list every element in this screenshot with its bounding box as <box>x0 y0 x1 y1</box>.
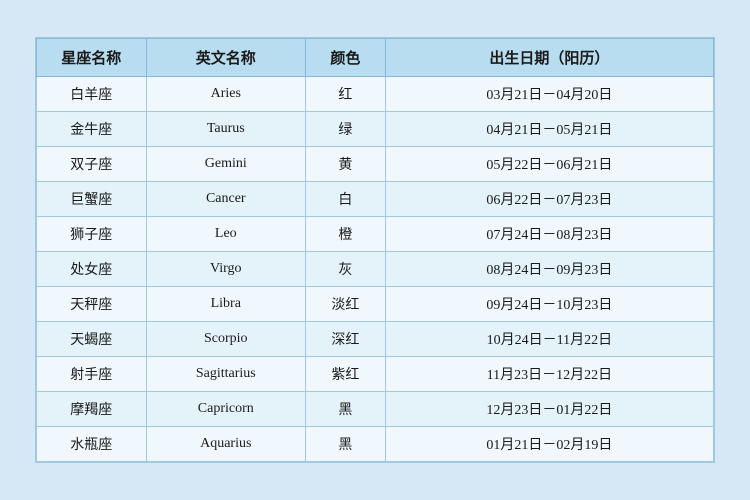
zodiac-table-container: 星座名称 英文名称 颜色 出生日期（阳历） 白羊座Aries红03月21日－04… <box>35 37 715 463</box>
table-header-row: 星座名称 英文名称 颜色 出生日期（阳历） <box>37 39 714 77</box>
cell-chinese: 白羊座 <box>37 77 147 112</box>
cell-english: Scorpio <box>146 322 306 357</box>
table-body: 白羊座Aries红03月21日－04月20日金牛座Taurus绿04月21日－0… <box>37 77 714 462</box>
cell-color: 红 <box>306 77 386 112</box>
cell-date: 06月22日－07月23日 <box>385 182 713 217</box>
cell-chinese: 水瓶座 <box>37 427 147 462</box>
cell-date: 04月21日－05月21日 <box>385 112 713 147</box>
table-row: 狮子座Leo橙07月24日－08月23日 <box>37 217 714 252</box>
cell-english: Cancer <box>146 182 306 217</box>
table-row: 天秤座Libra淡红09月24日－10月23日 <box>37 287 714 322</box>
table-row: 白羊座Aries红03月21日－04月20日 <box>37 77 714 112</box>
cell-chinese: 狮子座 <box>37 217 147 252</box>
header-chinese: 星座名称 <box>37 39 147 77</box>
cell-color: 黄 <box>306 147 386 182</box>
cell-english: Virgo <box>146 252 306 287</box>
cell-color: 橙 <box>306 217 386 252</box>
cell-color: 灰 <box>306 252 386 287</box>
cell-chinese: 双子座 <box>37 147 147 182</box>
table-row: 摩羯座Capricorn黑12月23日－01月22日 <box>37 392 714 427</box>
table-row: 金牛座Taurus绿04月21日－05月21日 <box>37 112 714 147</box>
cell-english: Taurus <box>146 112 306 147</box>
cell-color: 黑 <box>306 392 386 427</box>
cell-date: 09月24日－10月23日 <box>385 287 713 322</box>
cell-english: Aquarius <box>146 427 306 462</box>
cell-chinese: 巨蟹座 <box>37 182 147 217</box>
cell-color: 淡红 <box>306 287 386 322</box>
cell-english: Sagittarius <box>146 357 306 392</box>
cell-chinese: 摩羯座 <box>37 392 147 427</box>
cell-color: 绿 <box>306 112 386 147</box>
header-date: 出生日期（阳历） <box>385 39 713 77</box>
table-row: 射手座Sagittarius紫红11月23日－12月22日 <box>37 357 714 392</box>
cell-color: 紫红 <box>306 357 386 392</box>
cell-color: 白 <box>306 182 386 217</box>
cell-english: Aries <box>146 77 306 112</box>
cell-chinese: 处女座 <box>37 252 147 287</box>
cell-date: 12月23日－01月22日 <box>385 392 713 427</box>
table-row: 双子座Gemini黄05月22日－06月21日 <box>37 147 714 182</box>
cell-english: Capricorn <box>146 392 306 427</box>
cell-color: 黑 <box>306 427 386 462</box>
cell-date: 03月21日－04月20日 <box>385 77 713 112</box>
table-row: 巨蟹座Cancer白06月22日－07月23日 <box>37 182 714 217</box>
zodiac-table: 星座名称 英文名称 颜色 出生日期（阳历） 白羊座Aries红03月21日－04… <box>36 38 714 462</box>
cell-english: Leo <box>146 217 306 252</box>
table-row: 水瓶座Aquarius黑01月21日－02月19日 <box>37 427 714 462</box>
table-row: 天蝎座Scorpio深红10月24日－11月22日 <box>37 322 714 357</box>
cell-date: 10月24日－11月22日 <box>385 322 713 357</box>
cell-english: Libra <box>146 287 306 322</box>
cell-date: 07月24日－08月23日 <box>385 217 713 252</box>
cell-date: 05月22日－06月21日 <box>385 147 713 182</box>
cell-english: Gemini <box>146 147 306 182</box>
cell-chinese: 金牛座 <box>37 112 147 147</box>
cell-date: 01月21日－02月19日 <box>385 427 713 462</box>
table-row: 处女座Virgo灰08月24日－09月23日 <box>37 252 714 287</box>
cell-chinese: 天秤座 <box>37 287 147 322</box>
cell-date: 08月24日－09月23日 <box>385 252 713 287</box>
cell-chinese: 天蝎座 <box>37 322 147 357</box>
header-english: 英文名称 <box>146 39 306 77</box>
cell-chinese: 射手座 <box>37 357 147 392</box>
cell-color: 深红 <box>306 322 386 357</box>
header-color: 颜色 <box>306 39 386 77</box>
cell-date: 11月23日－12月22日 <box>385 357 713 392</box>
